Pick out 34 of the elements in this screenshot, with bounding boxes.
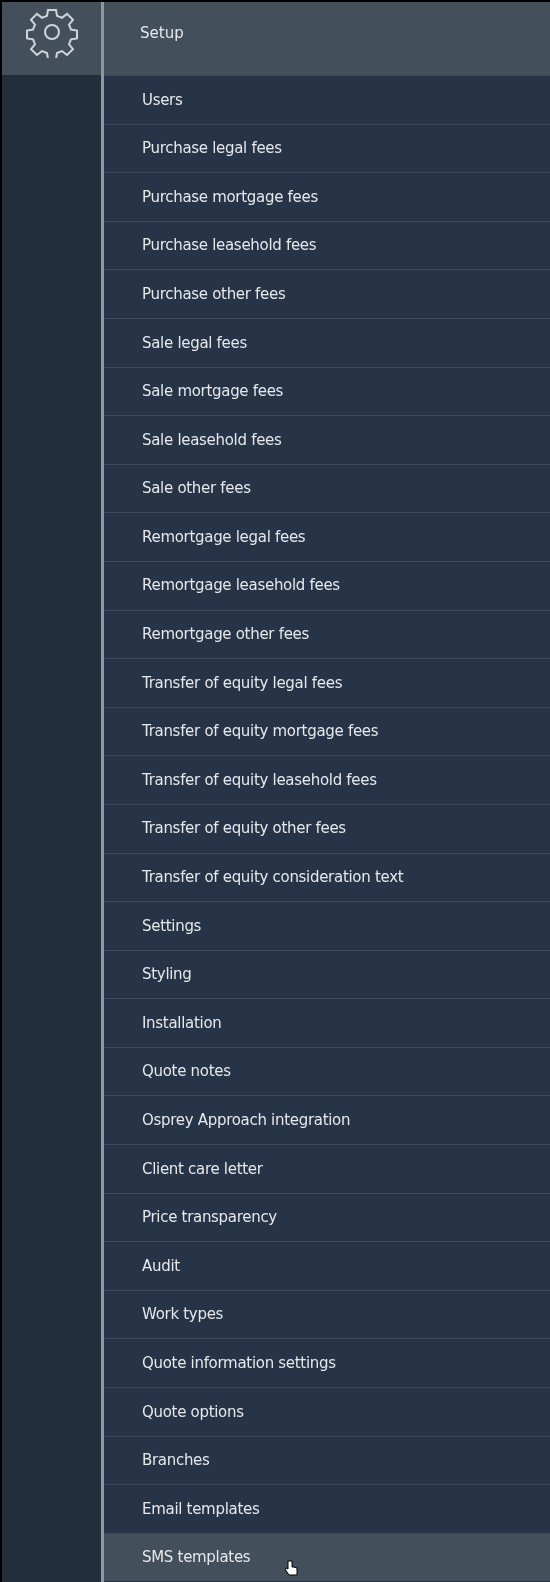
menu-item[interactable]: Quote options: [104, 1387, 550, 1436]
menu-item[interactable]: Installation: [104, 998, 550, 1047]
pointer-cursor-icon: [284, 1559, 298, 1576]
menu-item[interactable]: Sale mortgage fees: [104, 366, 550, 416]
menu-item[interactable]: Remortgage legal fees: [104, 512, 550, 561]
settings-icon[interactable]: [25, 8, 78, 58]
menu-item[interactable]: Sale other fees: [104, 463, 550, 513]
menu-item[interactable]: Purchase mortgage fees: [104, 172, 550, 221]
menu-item[interactable]: Osprey Approach integration: [104, 1095, 550, 1145]
menu-item[interactable]: Users: [104, 75, 550, 124]
menu-item[interactable]: Branches: [104, 1435, 550, 1485]
menu-item[interactable]: Transfer of equity other fees: [104, 803, 550, 853]
menu-item[interactable]: Transfer of equity leasehold fees: [104, 755, 550, 804]
menu-item[interactable]: Sale leasehold fees: [104, 415, 550, 464]
menu-item[interactable]: Email templates: [104, 1484, 550, 1533]
menu-item[interactable]: Purchase legal fees: [104, 123, 550, 173]
menu-item[interactable]: Remortgage leasehold fees: [104, 560, 550, 610]
menu-item[interactable]: Settings: [104, 901, 550, 950]
menu-item[interactable]: Purchase leasehold fees: [104, 220, 550, 270]
menu-item[interactable]: Transfer of equity legal fees: [104, 658, 550, 707]
menu-item[interactable]: Price transparency: [104, 1192, 550, 1242]
menu-item[interactable]: Transfer of equity consideration text: [104, 852, 550, 902]
menu-item[interactable]: SMS templates: [104, 1532, 550, 1582]
menu-item[interactable]: Quote notes: [104, 1046, 550, 1096]
menu-item[interactable]: Quote information settings: [104, 1338, 550, 1388]
menu-item[interactable]: Styling: [104, 949, 550, 999]
menu-title: Setup: [140, 24, 184, 42]
menu-item[interactable]: Audit: [104, 1241, 550, 1290]
menu-item[interactable]: Transfer of equity mortgage fees: [104, 706, 550, 756]
menu-item[interactable]: Remortgage other fees: [104, 609, 550, 659]
menu-item[interactable]: Purchase other fees: [104, 269, 550, 318]
menu-item[interactable]: Work types: [104, 1289, 550, 1339]
menu-item[interactable]: Sale legal fees: [104, 317, 550, 367]
menu-item[interactable]: Client care letter: [104, 1144, 550, 1193]
